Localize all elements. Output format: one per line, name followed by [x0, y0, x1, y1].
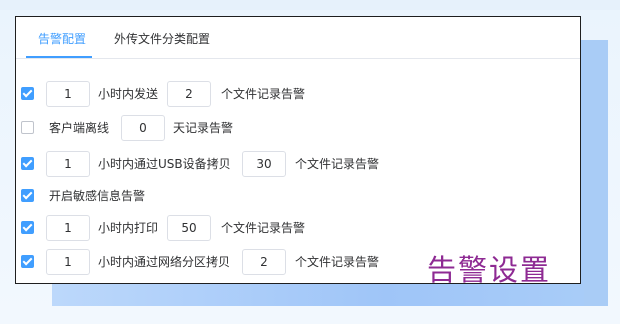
alert-settings-window: 告警配置 外传文件分类配置 小时内发送 个文件记录告警 客户端离线 天记录告警 … — [15, 16, 581, 284]
rule-checkbox-sensitive-info[interactable] — [21, 189, 34, 202]
rule-checkbox-network-share-copy[interactable] — [21, 255, 34, 268]
rule-label-sensitive-info: 开启敏感信息告警 — [49, 189, 146, 203]
rule-label-usb-copy: 小时内通过USB设备拷贝 — [98, 157, 231, 171]
file-count-input-send[interactable] — [167, 81, 211, 107]
rule-checkbox-client-offline[interactable] — [21, 121, 34, 134]
hours-input-send[interactable] — [46, 81, 90, 107]
file-count-input-usb-copy[interactable] — [242, 151, 286, 177]
background-panel-edge — [584, 40, 608, 306]
days-input-client-offline[interactable] — [121, 115, 165, 141]
tab-alert-config[interactable]: 告警配置 — [38, 17, 86, 57]
hours-input-print[interactable] — [46, 215, 90, 241]
tab-bar: 告警配置 外传文件分类配置 — [16, 17, 580, 59]
hours-input-network-share-copy[interactable] — [46, 249, 90, 275]
rule-label-print: 小时内打印 — [98, 221, 159, 235]
background-strip — [0, 0, 620, 10]
rule-checkbox-usb-copy[interactable] — [21, 157, 34, 170]
rule-suffix-usb-copy: 个文件记录告警 — [295, 157, 380, 171]
hours-input-usb-copy[interactable] — [46, 151, 90, 177]
rule-label-network-share-copy: 小时内通过网络分区拷贝 — [98, 255, 231, 269]
rule-label-client-offline: 天记录告警 — [173, 121, 234, 135]
rule-prefix-client-offline: 客户端离线 — [49, 121, 110, 135]
tab-outgoing-file-category-config[interactable]: 外传文件分类配置 — [114, 17, 210, 57]
file-count-input-network-share-copy[interactable] — [242, 249, 286, 275]
rule-label-send: 小时内发送 — [98, 87, 159, 101]
rule-checkbox-send[interactable] — [21, 87, 34, 100]
file-count-input-print[interactable] — [167, 215, 211, 241]
rule-suffix-network-share-copy: 个文件记录告警 — [295, 255, 380, 269]
rule-checkbox-print[interactable] — [21, 221, 34, 234]
rule-suffix-send: 个文件记录告警 — [221, 87, 306, 101]
active-tab-indicator — [26, 56, 92, 58]
watermark-caption: 告警设置 — [427, 253, 552, 287]
rule-suffix-print: 个文件记录告警 — [221, 221, 306, 235]
